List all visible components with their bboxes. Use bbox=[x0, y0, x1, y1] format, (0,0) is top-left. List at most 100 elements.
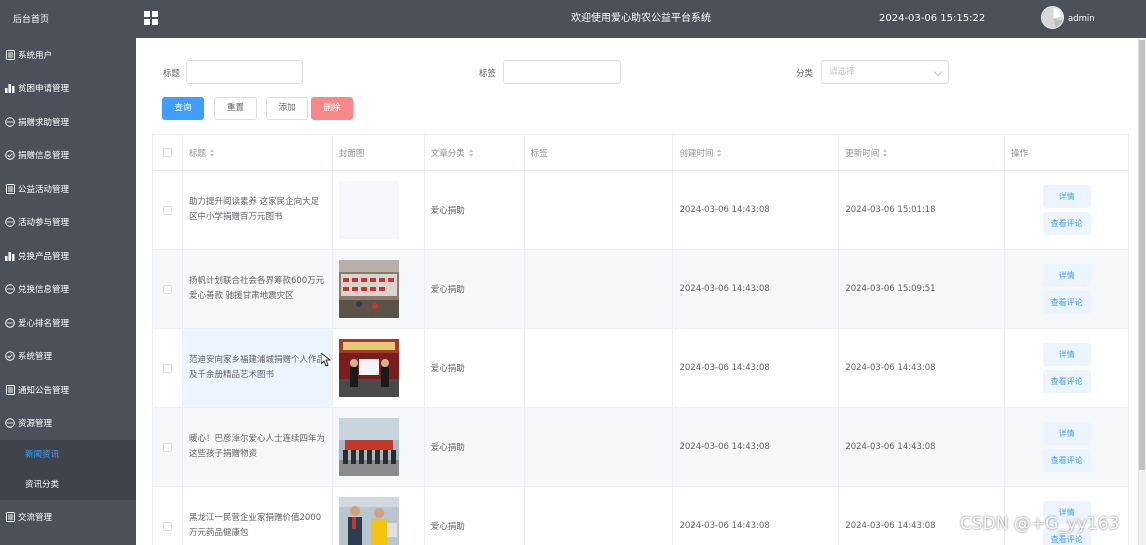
cover-cell bbox=[333, 329, 425, 407]
user-avatar[interactable] bbox=[1041, 6, 1064, 29]
updated-time-cell: 2024-03-06 15:09:51 bbox=[839, 250, 1006, 328]
grid-menu-icon[interactable] bbox=[144, 11, 158, 25]
chat-icon bbox=[5, 217, 15, 228]
query-button[interactable]: 查询 bbox=[162, 97, 204, 120]
sidebar-item[interactable]: 资源管理 bbox=[0, 407, 136, 441]
sidebar-item-label: 兑换产品管理 bbox=[18, 251, 70, 262]
column-header-cover: 封面图 bbox=[333, 135, 425, 170]
view-comments-button[interactable]: 查看评论 bbox=[1042, 212, 1091, 235]
title-search-input[interactable] bbox=[186, 60, 303, 84]
column-title-label: 标题 bbox=[188, 148, 206, 159]
row-checkbox[interactable] bbox=[162, 205, 172, 215]
row-actions: 详情 查看评论 bbox=[1042, 185, 1091, 235]
tag-search-input[interactable] bbox=[503, 60, 621, 84]
detail-button[interactable]: 详情 bbox=[1042, 264, 1091, 287]
row-checkbox[interactable] bbox=[162, 363, 172, 373]
delete-button[interactable]: 删除 bbox=[311, 97, 353, 120]
check-circle-icon bbox=[5, 351, 15, 362]
chat-icon bbox=[5, 317, 15, 328]
main-content: 标题 标签 分类 请选择 查询 重置 添加 删除 标题 封面图 文章分类 标签 … bbox=[136, 38, 1146, 545]
sort-icon[interactable] bbox=[883, 148, 888, 157]
row-select-cell bbox=[153, 250, 183, 328]
column-cover-label: 封面图 bbox=[338, 148, 365, 159]
row-actions: 详情 查看评论 bbox=[1042, 343, 1091, 393]
sidebar-brand-home[interactable]: 后台首页 bbox=[0, 0, 136, 38]
view-comments-button[interactable]: 查看评论 bbox=[1042, 370, 1091, 393]
sort-icon[interactable] bbox=[717, 148, 722, 157]
sidebar-item[interactable]: 活动参与管理 bbox=[0, 206, 136, 240]
chat-icon bbox=[5, 284, 15, 295]
column-category-label: 文章分类 bbox=[430, 148, 465, 159]
sidebar-item[interactable]: 系统用户 bbox=[0, 38, 136, 72]
chat-icon bbox=[5, 418, 15, 429]
table-row[interactable]: 扬帆计划联合社会各界筹款600万元爱心善款 驰援甘肃地震灾区 爱心捐助 2024-0… bbox=[153, 250, 1130, 329]
row-actions: 详情 查看评论 bbox=[1042, 264, 1091, 314]
table-row[interactable]: 暖心！巴彦淖尔爱心人士连续四年为这些孩子捐赠物资 爱心捐助 2024-03-06 1… bbox=[153, 408, 1130, 487]
table-row[interactable]: 范迪安向家乡福建浦城捐赠个人作品及千余册精品艺术图书 爱心捐助 2024-03-06… bbox=[153, 329, 1130, 408]
sidebar-item[interactable]: 交流管理 bbox=[0, 500, 136, 534]
sidebar-item[interactable]: 捐赠信息管理 bbox=[0, 139, 136, 173]
created-time-cell: 2024-03-06 14:43:08 bbox=[673, 171, 840, 249]
created-time-cell: 2024-03-06 14:43:08 bbox=[673, 329, 840, 407]
sidebar-item[interactable]: 系统管理 bbox=[0, 340, 136, 374]
vertical-scrollbar[interactable] bbox=[1138, 38, 1146, 545]
sidebar-subitem[interactable]: 资讯分类 bbox=[0, 470, 136, 500]
doc-icon bbox=[5, 384, 15, 395]
column-tag-label: 标签 bbox=[530, 148, 548, 159]
detail-button[interactable]: 详情 bbox=[1042, 422, 1091, 445]
sort-icon[interactable] bbox=[209, 148, 215, 157]
sidebar-item-label: 捐赠信息管理 bbox=[18, 151, 70, 162]
sidebar-item-label: 通知公告管理 bbox=[18, 385, 70, 396]
sidebar-item-label: 系统用户 bbox=[18, 50, 53, 61]
sidebar-subitem[interactable]: 新闻资讯 bbox=[0, 440, 136, 470]
sidebar-item[interactable]: 爱心排名管理 bbox=[0, 306, 136, 340]
sidebar-item[interactable]: 捐赠求助管理 bbox=[0, 105, 136, 139]
tag-cell bbox=[525, 408, 674, 486]
sidebar-item-label: 资源管理 bbox=[18, 419, 53, 430]
table-header-row: 标题 封面图 文章分类 标签 创建时间 更新时间 操作 bbox=[153, 135, 1129, 171]
cover-image bbox=[338, 339, 399, 397]
tag-cell bbox=[525, 329, 674, 407]
detail-button[interactable]: 详情 bbox=[1042, 185, 1091, 208]
tag-filter-label: 标签 bbox=[479, 69, 497, 79]
sidebar-item-label: 系统管理 bbox=[18, 352, 53, 363]
sort-icon[interactable] bbox=[468, 148, 474, 157]
select-all-checkbox[interactable] bbox=[162, 148, 172, 157]
created-time-cell: 2024-03-06 14:43:08 bbox=[673, 487, 840, 545]
column-actions-label: 操作 bbox=[1011, 148, 1029, 159]
top-header: 欢迎使用爱心助农公益平台系统 2024-03-06 15:15:22 admin bbox=[136, 0, 1146, 38]
row-checkbox[interactable] bbox=[162, 284, 172, 294]
sidebar-item[interactable]: 兑换产品管理 bbox=[0, 239, 136, 273]
sidebar-item-label: 捐赠求助管理 bbox=[18, 117, 70, 128]
row-select-cell bbox=[153, 171, 183, 249]
sidebar-item-label: 爱心排名管理 bbox=[18, 318, 70, 329]
add-button[interactable]: 添加 bbox=[266, 97, 308, 120]
row-checkbox[interactable] bbox=[162, 521, 172, 531]
sidebar-item[interactable]: 公益活动管理 bbox=[0, 172, 136, 206]
category-select[interactable]: 请选择 bbox=[821, 60, 949, 84]
tag-cell bbox=[525, 171, 674, 249]
view-comments-button[interactable]: 查看评论 bbox=[1042, 449, 1091, 472]
title-cell: 暖心！巴彦淖尔爱心人士连续四年为这些孩子捐赠物资 bbox=[183, 408, 333, 486]
column-header-created[interactable]: 创建时间 bbox=[673, 135, 840, 170]
column-header-category[interactable]: 文章分类 bbox=[425, 135, 525, 170]
title-cell: 助力提升阅读素养 这家民企向大足区中小学捐赠百万元图书 bbox=[183, 171, 333, 249]
title-cell: 范迪安向家乡福建浦城捐赠个人作品及千余册精品艺术图书 bbox=[182, 329, 333, 407]
column-header-title[interactable]: 标题 bbox=[183, 135, 333, 170]
column-header-updated[interactable]: 更新时间 bbox=[839, 135, 1006, 170]
sidebar-item[interactable]: 通知公告管理 bbox=[0, 373, 136, 407]
table-row[interactable]: 助力提升阅读素养 这家民企向大足区中小学捐赠百万元图书 爱心捐助 2024-03-0… bbox=[153, 171, 1130, 250]
header-username[interactable]: admin bbox=[1068, 0, 1095, 38]
sidebar-menu: 系统用户贫困申请管理捐赠求助管理 捐赠信息管理公益活动管理 活动参与管理兑换产品管理… bbox=[0, 38, 136, 534]
title-cell: 黑龙江一民营企业家捐赠价值2000万元药品健康包 bbox=[183, 487, 333, 545]
view-comments-button[interactable]: 查看评论 bbox=[1042, 291, 1091, 314]
tag-cell bbox=[525, 487, 674, 545]
sidebar-item[interactable]: 兑换信息管理 bbox=[0, 273, 136, 307]
detail-button[interactable]: 详情 bbox=[1042, 343, 1091, 366]
sidebar: 后台首页 系统用户 贫困申请管理 捐赠求助管理 捐赠信息管理 公益活动管理 活动参与管理兑… bbox=[0, 0, 136, 545]
sidebar-item[interactable]: 贫困申请管理 bbox=[0, 72, 136, 106]
title-cell: 扬帆计划联合社会各界筹款600万元爱心善款 驰援甘肃地震灾区 bbox=[183, 250, 333, 328]
scrollbar-thumb[interactable] bbox=[1139, 40, 1145, 470]
reset-button[interactable]: 重置 bbox=[214, 97, 257, 120]
row-checkbox[interactable] bbox=[162, 442, 172, 452]
